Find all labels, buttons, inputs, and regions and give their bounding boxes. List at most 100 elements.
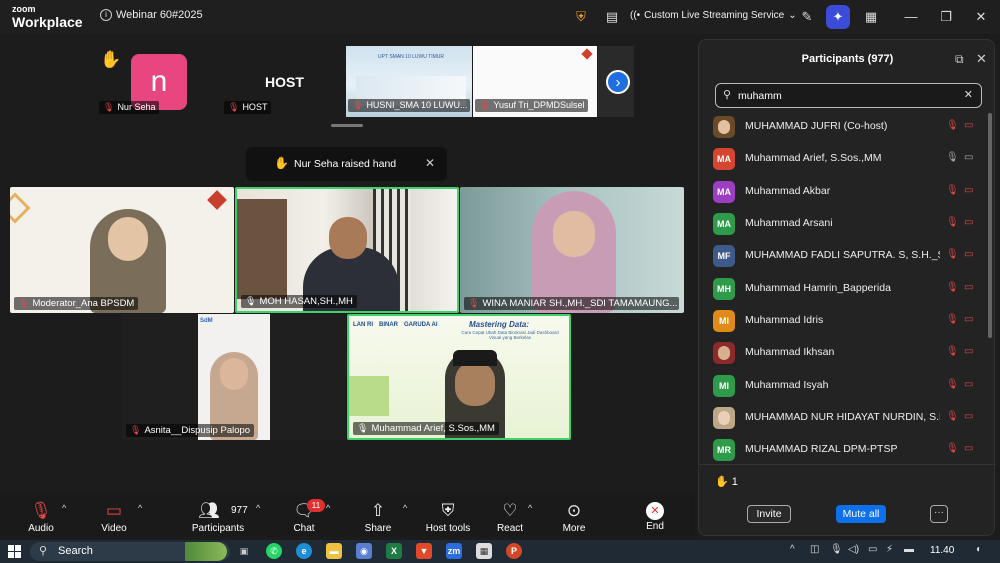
next-page-button[interactable]: ›: [606, 70, 630, 94]
powerpoint-icon[interactable]: P: [506, 543, 522, 559]
share-options-caret[interactable]: ^: [403, 503, 407, 513]
close-toast-icon[interactable]: ✕: [425, 156, 435, 170]
shield-icon[interactable]: ⛨: [572, 8, 590, 26]
pencil-icon[interactable]: ✎: [798, 8, 816, 26]
tray-chevron-up-icon[interactable]: ^: [790, 544, 795, 555]
participants-scrollbar[interactable]: [988, 113, 992, 338]
thumb-video-husni[interactable]: UPT SMAN 10 LUWU TIMUR 🎙︎ HUSNI_SMA 10 LU…: [346, 46, 472, 117]
camera-off-icon[interactable]: ▭: [964, 249, 973, 260]
notification-icon[interactable]: ◐: [976, 544, 982, 555]
notes-icon[interactable]: ▤: [603, 8, 621, 26]
windows-start-icon[interactable]: [8, 545, 21, 558]
audio-button[interactable]: 🎙︎ Audio: [22, 493, 60, 537]
mic-muted-icon[interactable]: 🎙︎: [946, 379, 959, 390]
participant-row[interactable]: MUHAMMAD JUFRI (Co-host) 🎙︎ ▭: [713, 115, 983, 139]
brave-icon[interactable]: ▼: [416, 543, 432, 559]
invite-button[interactable]: Invite: [747, 505, 791, 523]
pop-out-icon[interactable]: ⧉: [955, 52, 964, 67]
search-input[interactable]: [738, 87, 958, 104]
view-grid-icon[interactable]: ▦: [862, 8, 880, 26]
file-explorer-icon[interactable]: ▬: [326, 543, 342, 559]
video-tile-moh-hasan[interactable]: 🎙︎ MOH HASAN,SH.,MH: [235, 187, 459, 313]
participant-row[interactable]: MI Muhammad Idris 🎙︎ ▭: [713, 309, 983, 333]
camera-on-icon[interactable]: ▭: [964, 152, 973, 163]
mic-muted-icon[interactable]: 🎙︎: [946, 217, 959, 228]
panel-more-button[interactable]: ···: [930, 505, 948, 523]
camera-off-icon[interactable]: ▭: [964, 185, 973, 196]
tray-mic-icon[interactable]: 🎙︎: [830, 544, 843, 555]
video-tile-moderator[interactable]: 🎙︎ Moderator_Ana BPSDM: [10, 187, 234, 313]
meeting-info[interactable]: i Webinar 60#2025: [100, 9, 203, 21]
video-button[interactable]: ▭ Video: [95, 493, 133, 537]
mute-all-button[interactable]: Mute all: [836, 505, 886, 523]
participant-row[interactable]: MI Muhammad Isyah 🎙︎ ▭: [713, 374, 983, 398]
camera-off-icon[interactable]: ▭: [964, 346, 973, 357]
ai-companion-button[interactable]: ✦: [826, 5, 850, 29]
participant-row[interactable]: MH Muhammad Hamrin_Bapperida 🎙︎ ▭: [713, 277, 983, 301]
raised-hands-count[interactable]: ✋ 1: [715, 475, 738, 488]
excel-icon[interactable]: X: [386, 543, 402, 559]
mic-muted-icon[interactable]: 🎙︎: [946, 282, 959, 293]
participant-row[interactable]: MUHAMMAD NUR HIDAYAT NURDIN, S.P... 🎙︎ ▭: [713, 406, 983, 430]
camera-off-icon[interactable]: ▭: [964, 379, 973, 390]
mic-muted-icon[interactable]: 🎙︎: [946, 314, 959, 325]
whatsapp-icon[interactable]: ✆: [266, 543, 282, 559]
more-dots-icon: ⊙: [566, 501, 582, 520]
mic-muted-icon: 🎙︎: [103, 102, 115, 112]
close-window-icon[interactable]: ✕: [972, 8, 990, 26]
tray-network-icon[interactable]: ⚡: [886, 544, 893, 555]
chat-options-caret[interactable]: ^: [326, 503, 330, 513]
participant-row[interactable]: Muhammad Ikhsan 🎙︎ ▭: [713, 341, 983, 365]
mic-muted-icon[interactable]: 🎙︎: [946, 185, 959, 196]
mic-on-icon[interactable]: 🎙︎: [946, 152, 959, 163]
live-stream-menu[interactable]: ((• Custom Live Streaming Service ⌄: [630, 10, 797, 21]
participant-row[interactable]: MF MUHAMMAD FADLI SAPUTRA. S, S.H._SA...…: [713, 244, 983, 268]
react-options-caret[interactable]: ^: [528, 503, 532, 513]
participant-row[interactable]: MR MUHAMMAD RIZAL DPM-PTSP 🎙︎ ▭: [713, 438, 983, 462]
participants-options-caret[interactable]: ^: [256, 503, 260, 513]
participant-row[interactable]: MA Muhammad Arief, S.Sos.,MM 🎙︎ ▭: [713, 147, 983, 171]
more-label: More: [562, 523, 586, 534]
app-icon[interactable]: ◉: [356, 543, 372, 559]
tray-display-icon[interactable]: ▭: [868, 544, 877, 555]
edge-icon[interactable]: e: [296, 543, 312, 559]
minimize-icon[interactable]: —: [902, 8, 920, 26]
host-tools-button[interactable]: ⛨ Host tools: [422, 493, 474, 537]
clear-search-icon[interactable]: ✕: [964, 88, 973, 101]
close-panel-icon[interactable]: ✕: [976, 51, 987, 67]
strip-resize-handle[interactable]: [331, 124, 363, 127]
camera-off-icon[interactable]: ▭: [964, 120, 973, 131]
tray-volume-icon[interactable]: ◁): [848, 544, 859, 555]
calendar-icon[interactable]: ▦: [476, 543, 492, 559]
participant-row[interactable]: MA Muhammad Arsani 🎙︎ ▭: [713, 212, 983, 236]
mic-muted-icon[interactable]: 🎙︎: [946, 411, 959, 422]
camera-off-icon[interactable]: ▭: [964, 282, 973, 293]
tray-gamepad-icon[interactable]: ◫: [810, 544, 819, 555]
zoom-taskbar-icon[interactable]: zm: [446, 543, 462, 559]
mic-muted-icon[interactable]: 🎙︎: [946, 249, 959, 260]
mic-muted-icon[interactable]: 🎙︎: [946, 346, 959, 357]
taskbar-clock[interactable]: 11.40: [930, 545, 954, 556]
participant-row[interactable]: MA Muhammad Akbar 🎙︎ ▭: [713, 180, 983, 204]
thumb-name: HUSNI_SMA 10 LUWU...: [366, 100, 468, 110]
video-tile-asnita[interactable]: SdM 🎙︎ Asnita__Dispusip Palopo: [122, 314, 346, 440]
video-tile-muhammad-arief[interactable]: LAN RI BINAR GARUDA AI Mastering Data: C…: [347, 314, 571, 440]
camera-off-icon[interactable]: ▭: [964, 443, 973, 454]
taskbar-search[interactable]: ⚲ Search: [30, 542, 230, 561]
react-button[interactable]: ♡ React: [494, 493, 526, 537]
video-tile-wina[interactable]: 🎙︎ WINA MANIAR SH.,MH._SDI TAMAMAUNG...: [460, 187, 684, 313]
camera-off-icon[interactable]: ▭: [964, 217, 973, 228]
task-view-icon[interactable]: ▣: [236, 543, 252, 559]
mic-muted-icon[interactable]: 🎙︎: [946, 120, 959, 131]
audio-options-caret[interactable]: ^: [62, 503, 66, 513]
tray-keyboard-icon[interactable]: ▬: [904, 544, 914, 555]
more-button[interactable]: ⊙ More: [557, 493, 591, 537]
camera-off-icon[interactable]: ▭: [964, 314, 973, 325]
end-button[interactable]: ✕ End: [640, 493, 670, 537]
restore-icon[interactable]: ❐: [937, 8, 955, 26]
camera-off-icon[interactable]: ▭: [964, 411, 973, 422]
mic-muted-icon[interactable]: 🎙︎: [946, 443, 959, 454]
video-options-caret[interactable]: ^: [138, 503, 142, 513]
share-button[interactable]: ⇧ Share: [360, 493, 396, 537]
thumb-video-yusuf[interactable]: 🎙︎ Yusuf Tri_DPMDSulsel: [473, 46, 597, 117]
